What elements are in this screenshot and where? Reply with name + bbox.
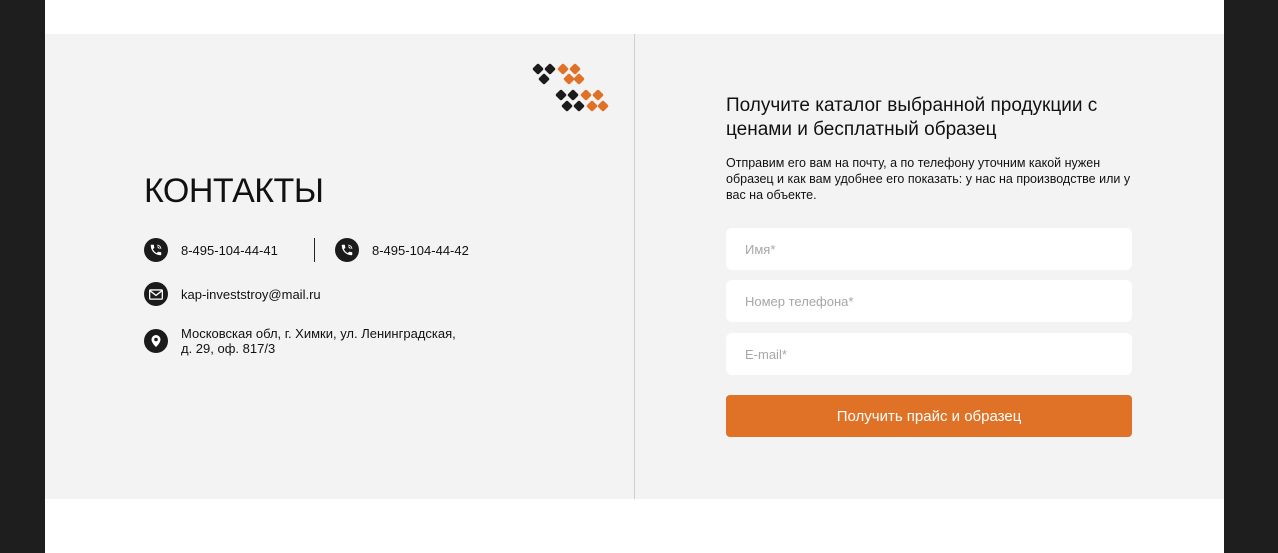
column-divider	[634, 34, 635, 499]
logo-diamond	[532, 63, 544, 75]
logo-diamond	[586, 100, 598, 112]
phone-1-row[interactable]: 8-495-104-44-41	[144, 238, 278, 262]
logo-diamond	[580, 89, 592, 101]
mail-icon	[144, 282, 168, 306]
logo-diamonds-icon	[532, 63, 609, 112]
name-field[interactable]	[726, 228, 1132, 270]
logo-diamond	[573, 100, 585, 112]
phone-separator	[314, 238, 315, 262]
phone-2-text[interactable]: 8-495-104-44-42	[372, 243, 469, 258]
logo-diamond	[569, 63, 581, 75]
address-row: Московская обл, г. Химки, ул. Ленинградс…	[144, 326, 456, 356]
logo-diamond	[567, 89, 579, 101]
address-text: Московская обл, г. Химки, ул. Ленинградс…	[181, 326, 456, 356]
phone-2-row[interactable]: 8-495-104-44-42	[335, 238, 469, 262]
logo-diamond	[544, 63, 556, 75]
logo-diamond	[573, 73, 585, 85]
email-link[interactable]: kap-investstroy@mail.ru	[181, 287, 321, 302]
logo-diamond	[555, 89, 567, 101]
contacts-section: КОНТАКТЫ 8-495-104-44-41 8-495-104-44-42	[45, 34, 1224, 499]
logo-diamond	[563, 73, 575, 85]
page-frame: КОНТАКТЫ 8-495-104-44-41 8-495-104-44-42	[45, 0, 1224, 553]
submit-button[interactable]: Получить прайс и образец	[726, 395, 1132, 437]
contacts-title: КОНТАКТЫ	[144, 172, 324, 210]
phone-icon	[144, 238, 168, 262]
logo-diamond	[597, 100, 609, 112]
logo-diamond	[561, 100, 573, 112]
logo-diamond	[557, 63, 569, 75]
address-line-1: Московская обл, г. Химки, ул. Ленинградс…	[181, 326, 456, 341]
phone-field[interactable]	[726, 280, 1132, 322]
phone-icon	[335, 238, 359, 262]
email-row[interactable]: kap-investstroy@mail.ru	[144, 282, 321, 306]
phone-1-text[interactable]: 8-495-104-44-41	[181, 243, 278, 258]
address-line-2: д. 29, оф. 817/3	[181, 341, 276, 356]
logo-diamond	[538, 73, 550, 85]
email-field[interactable]	[726, 333, 1132, 375]
form-description: Отправим его вам на почту, а по телефону…	[726, 156, 1131, 202]
location-pin-icon	[144, 329, 168, 353]
form-heading: Получите каталог выбранной продукции с ц…	[726, 95, 1098, 140]
logo-diamond	[592, 89, 604, 101]
